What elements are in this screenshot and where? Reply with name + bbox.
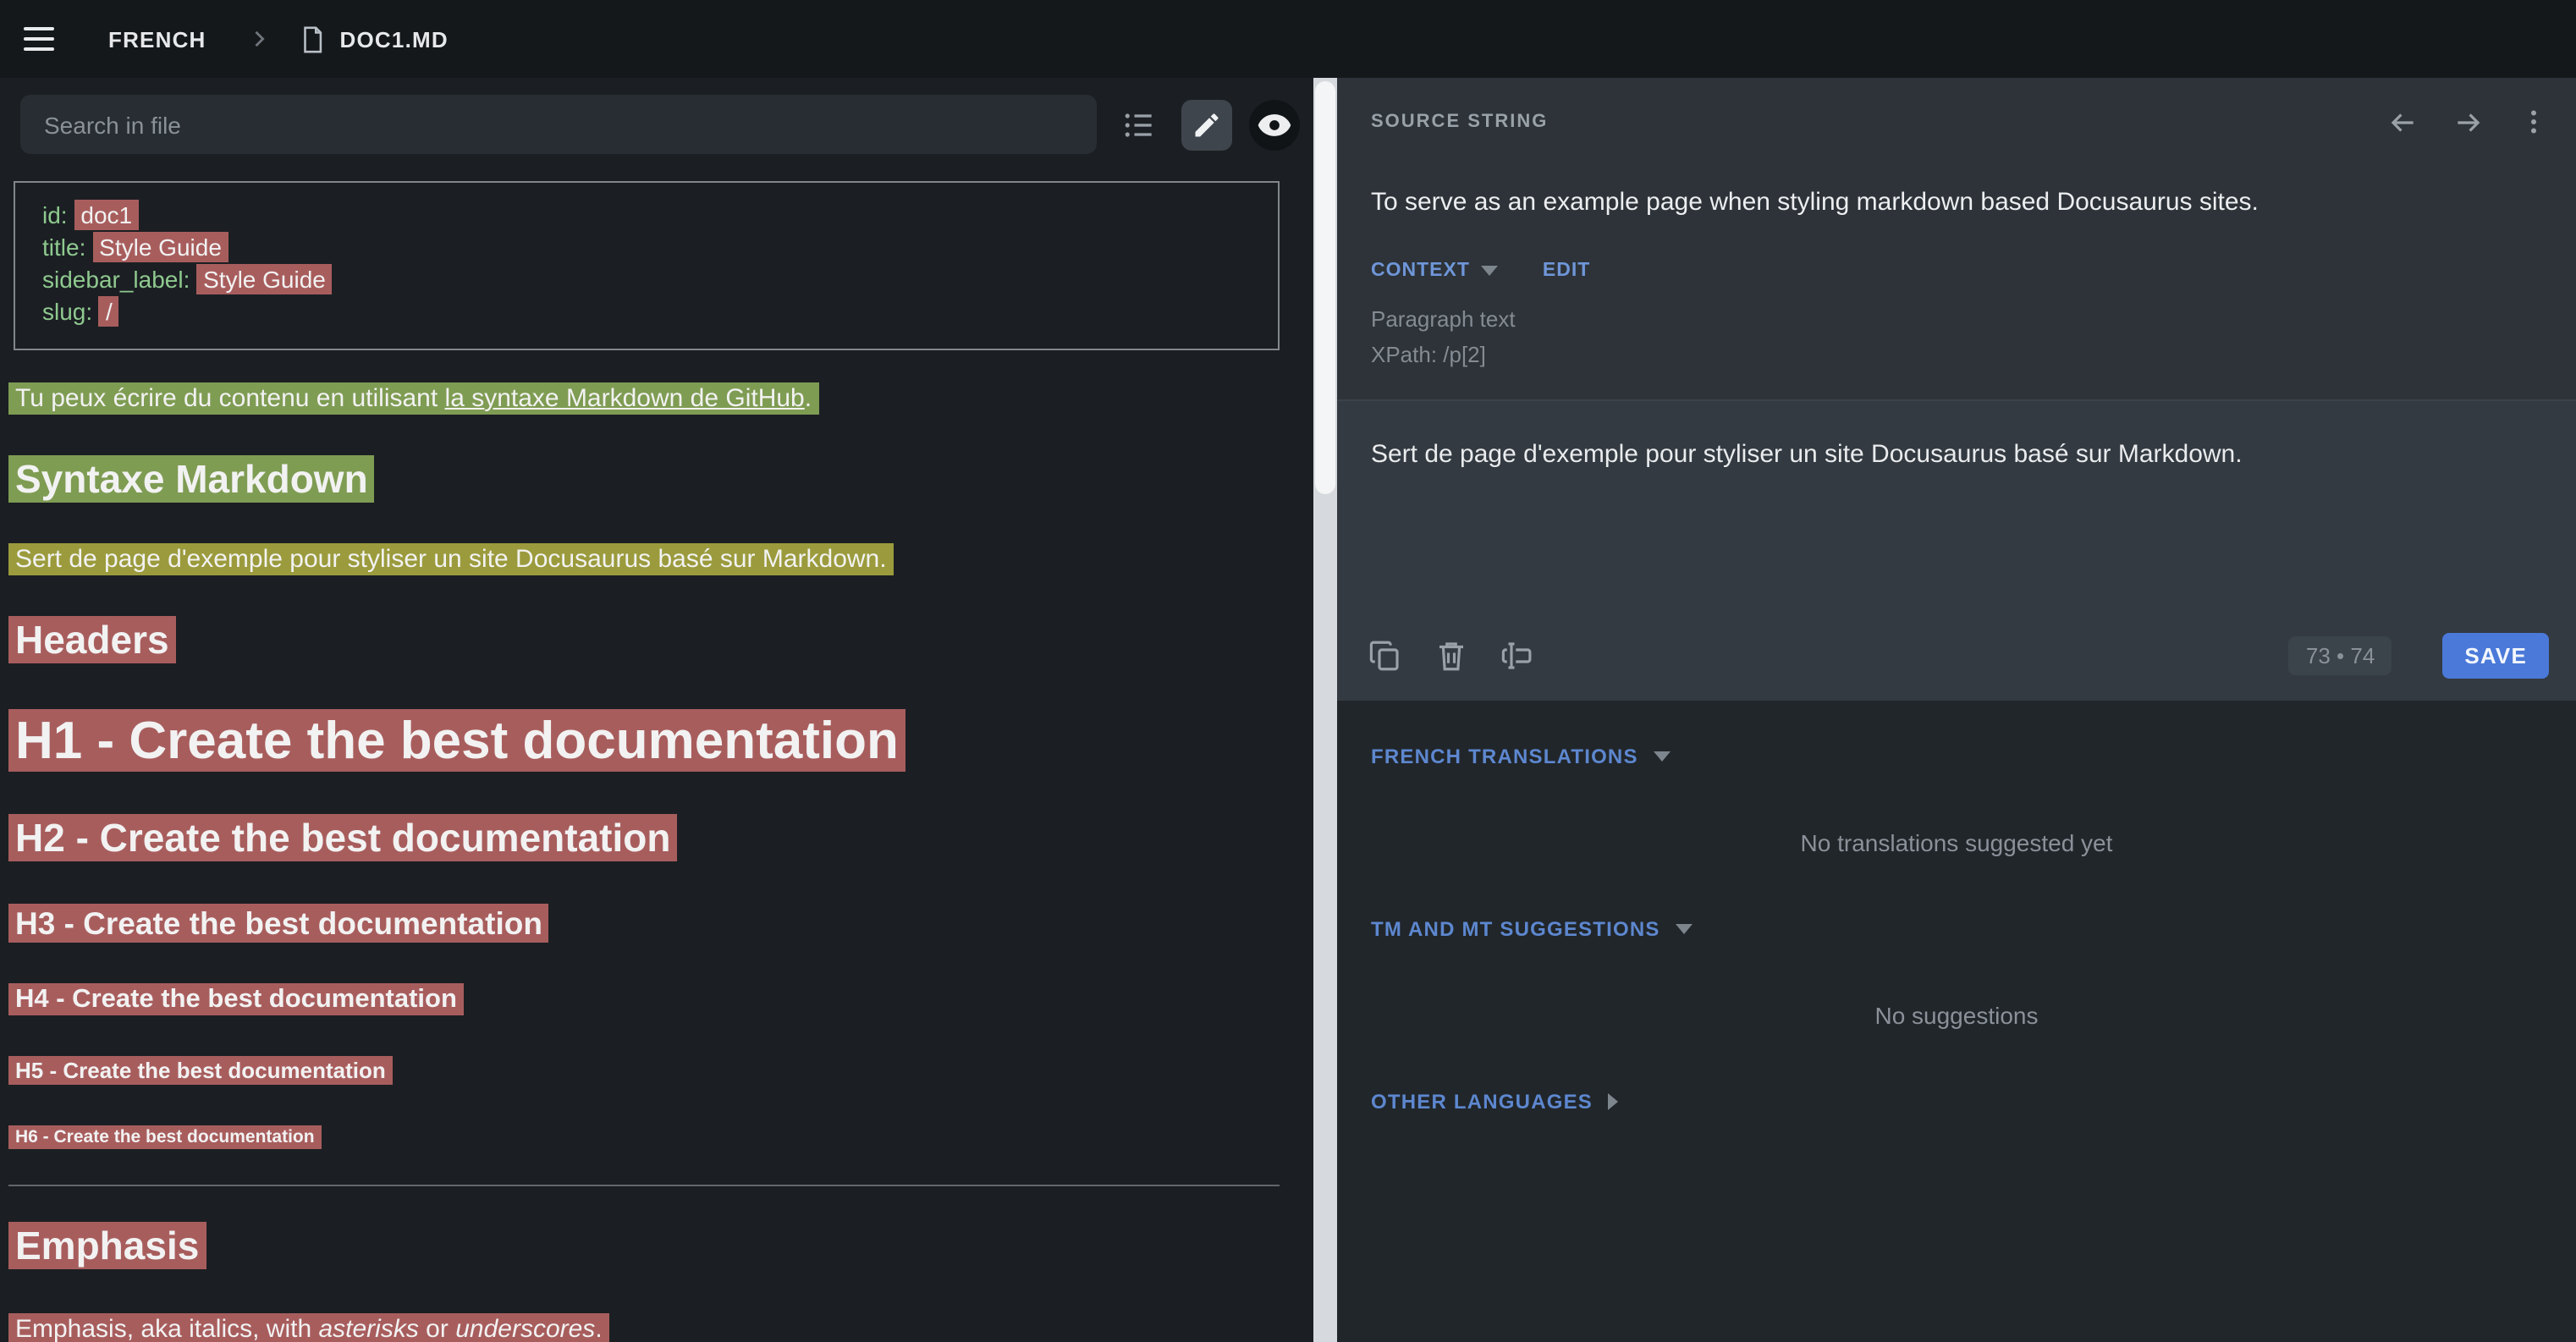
suggestions-area: FRENCH TRANSLATIONS No translations sugg… [1337, 701, 2576, 1342]
context-actions-row: CONTEXT EDIT [1337, 261, 2576, 281]
section-french-translations[interactable]: FRENCH TRANSLATIONS [1371, 745, 2542, 768]
menu-icon[interactable] [24, 17, 68, 61]
editor-toolbar: 73 • 74 SAVE [1337, 609, 2576, 701]
insert-tag-button[interactable] [1500, 637, 1535, 673]
translatable-string[interactable]: H4 - Create the best documentation [8, 983, 464, 1015]
no-suggestions-message: No suggestions [1371, 1002, 2542, 1029]
heading-h4-sample: H4 - Create the best documentation [8, 985, 1293, 1015]
source-string-header: SOURCE STRING [1337, 78, 2576, 166]
markdown-link[interactable]: la syntaxe Markdown de GitHub [445, 384, 805, 413]
breadcrumb-file[interactable]: DOC1.MD [340, 26, 449, 52]
app-window: FRENCH DOC1.MD [0, 0, 2576, 1342]
context-info-xpath: XPath: /p[2] [1371, 337, 2542, 372]
more-options-button[interactable] [2518, 107, 2549, 137]
translatable-string[interactable]: H6 - Create the best documentation [8, 1125, 322, 1149]
breadcrumb-project[interactable]: FRENCH [108, 26, 206, 52]
heading-h1-sample: H1 - Create the best documentation [8, 711, 1293, 772]
section-other-languages[interactable]: OTHER LANGUAGES [1371, 1090, 2542, 1114]
translatable-string[interactable]: Emphasis, aka italics, with asterisks or… [8, 1313, 609, 1342]
string-list-view-button[interactable] [1114, 99, 1164, 150]
translatable-string[interactable]: H2 - Create the best documentation [8, 814, 677, 861]
frontmatter-line: title: Style Guide [42, 232, 1251, 264]
heading-h5-sample: H5 - Create the best documentation [8, 1058, 1293, 1083]
search-toolbar [0, 78, 1313, 168]
character-counter: 73 • 74 [2289, 635, 2392, 674]
translatable-string-selected[interactable]: Sert de page d'exemple pour styliser un … [8, 543, 894, 575]
scrollbar-thumb[interactable] [1315, 81, 1335, 494]
pencil-icon [1192, 109, 1222, 140]
search-input[interactable] [20, 95, 1097, 154]
translatable-string[interactable]: Tu peux écrire du contenu en utilisant l… [8, 382, 818, 415]
delete-translation-button[interactable] [1434, 637, 1469, 673]
chevron-down-icon [1654, 751, 1671, 762]
file-preview-panel: id: doc1 title: Style Guide sidebar_labe… [0, 78, 1313, 1342]
no-translations-message: No translations suggested yet [1371, 829, 2542, 856]
source-string-text: To serve as an example page when styling… [1337, 186, 2576, 220]
eye-icon [1256, 106, 1293, 143]
frontmatter-key: id: [42, 201, 74, 228]
preview-mode-button[interactable] [1249, 99, 1300, 150]
translatable-string[interactable]: Syntaxe Markdown [8, 455, 375, 503]
vertical-scrollbar[interactable] [1313, 78, 1337, 1342]
translation-panel: SOURCE STRING To serve as an example pag… [1337, 78, 2576, 1342]
next-string-button[interactable] [2452, 106, 2485, 138]
frontmatter-line: sidebar_label: Style Guide [42, 264, 1251, 296]
header-actions [2386, 106, 2549, 138]
heading-h6-sample: H6 - Create the best documentation [8, 1127, 1293, 1147]
top-bar: FRENCH DOC1.MD [0, 0, 2576, 78]
frontmatter-line: id: doc1 [42, 200, 1251, 232]
heading-headers: Headers [8, 618, 1293, 663]
horizontal-rule [8, 1185, 1280, 1186]
context-toggle[interactable]: CONTEXT [1371, 261, 1499, 281]
edit-source-button[interactable]: EDIT [1543, 261, 1590, 281]
heading-h2-sample: H2 - Create the best documentation [8, 816, 1293, 861]
selected-string-paragraph: Sert de page d'exemple pour styliser un … [8, 543, 1293, 577]
arrow-left-icon [2386, 106, 2419, 138]
chevron-right-icon [247, 27, 271, 51]
frontmatter-key: sidebar_label: [42, 266, 196, 293]
heading-emphasis: Emphasis [8, 1224, 1293, 1269]
copy-source-button[interactable] [1368, 637, 1403, 673]
emphasis-paragraph: Emphasis, aka italics, with asterisks or… [8, 1313, 1293, 1342]
translatable-string[interactable]: H1 - Create the best documentation [8, 709, 905, 772]
main-split: id: doc1 title: Style Guide sidebar_labe… [0, 78, 2576, 1342]
translation-editor: Sert de page d'exemple pour styliser un … [1337, 401, 2576, 701]
frontmatter-key: slug: [42, 298, 99, 325]
copy-icon [1368, 637, 1403, 673]
context-info-type: Paragraph text [1371, 301, 2542, 337]
frontmatter-key: title: [42, 234, 92, 261]
file-icon [298, 25, 327, 53]
translated-string-intro: Tu peux écrire du contenu en utilisant l… [8, 382, 1293, 416]
list-icon [1120, 106, 1158, 143]
translation-input[interactable]: Sert de page d'exemple pour styliser un … [1337, 401, 2576, 609]
insert-tag-icon [1500, 637, 1535, 673]
frontmatter-value-string[interactable]: / [99, 296, 119, 327]
chevron-down-icon [1676, 924, 1693, 934]
trash-icon [1434, 637, 1469, 673]
section-tm-mt-suggestions[interactable]: TM AND MT SUGGESTIONS [1371, 917, 2542, 941]
chevron-right-icon [1608, 1093, 1618, 1110]
translatable-string[interactable]: Emphasis [8, 1222, 206, 1269]
save-button[interactable]: SAVE [2442, 632, 2549, 678]
frontmatter-block: id: doc1 title: Style Guide sidebar_labe… [14, 181, 1280, 350]
frontmatter-line: slug: / [42, 296, 1251, 328]
chevron-down-icon [1482, 266, 1499, 276]
context-info: Paragraph text XPath: /p[2] [1337, 301, 2576, 372]
edit-mode-button[interactable] [1181, 99, 1232, 150]
heading-syntaxe-markdown: Syntaxe Markdown [8, 457, 1293, 503]
source-string-label: SOURCE STRING [1371, 112, 1548, 132]
frontmatter-value-string[interactable]: Style Guide [196, 264, 333, 294]
kebab-menu-icon [2518, 107, 2549, 137]
frontmatter-value-string[interactable]: doc1 [74, 200, 139, 230]
arrow-right-icon [2452, 106, 2485, 138]
translatable-string[interactable]: H3 - Create the best documentation [8, 904, 549, 943]
translatable-string[interactable]: H5 - Create the best documentation [8, 1056, 393, 1085]
frontmatter-value-string[interactable]: Style Guide [92, 232, 228, 262]
translatable-string[interactable]: Headers [8, 616, 176, 663]
previous-string-button[interactable] [2386, 106, 2419, 138]
heading-h3-sample: H3 - Create the best documentation [8, 905, 1293, 943]
document-preview: id: doc1 title: Style Guide sidebar_labe… [0, 168, 1313, 1342]
